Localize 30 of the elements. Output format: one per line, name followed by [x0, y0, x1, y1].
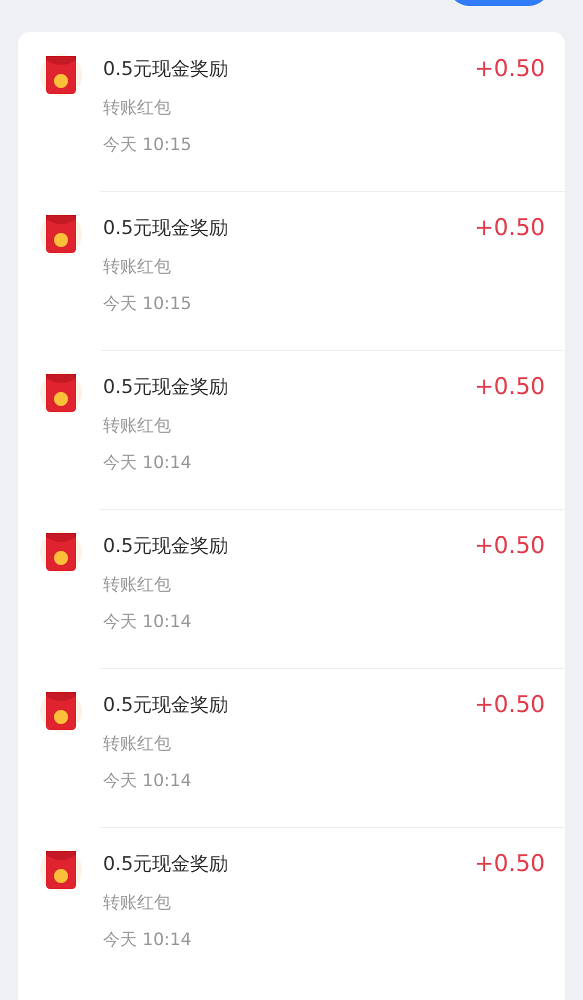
- record-amount: +0.50: [474, 850, 545, 879]
- record-time: 今天 10:14: [103, 611, 192, 633]
- record-type: 转账红包: [103, 733, 172, 755]
- envelope-icon: [40, 213, 82, 255]
- record-type: 转账红包: [103, 97, 172, 119]
- record-type: 转账红包: [103, 892, 172, 914]
- record-amount: +0.50: [474, 55, 545, 84]
- record-time: 今天 10:15: [103, 293, 192, 315]
- record-amount: +0.50: [474, 691, 545, 720]
- record-title: 0.5元现金奖励: [103, 693, 230, 718]
- record-type: 转账红包: [103, 574, 172, 596]
- envelope-icon: [40, 372, 82, 414]
- record-title: 0.5元现金奖励: [103, 534, 230, 559]
- record-amount: +0.50: [474, 214, 545, 243]
- record-title: 0.5元现金奖励: [103, 216, 230, 241]
- envelope-icon: [40, 54, 82, 96]
- record-title: 0.5元现金奖励: [103, 57, 230, 82]
- envelope-icon: [40, 690, 82, 732]
- record-time: 今天 10:14: [103, 929, 192, 951]
- record-amount: +0.50: [474, 532, 545, 561]
- record-type: 转账红包: [103, 256, 172, 278]
- record-time: 今天 10:14: [103, 452, 192, 474]
- envelope-icon: [40, 849, 82, 891]
- record-amount: +0.50: [474, 373, 545, 402]
- record-type: 转账红包: [103, 415, 172, 437]
- envelope-icon: [40, 531, 82, 573]
- record-time: 今天 10:14: [103, 770, 192, 792]
- record-time: 今天 10:15: [103, 134, 192, 156]
- record-title: 0.5元现金奖励: [103, 852, 230, 877]
- record-title: 0.5元现金奖励: [103, 375, 230, 400]
